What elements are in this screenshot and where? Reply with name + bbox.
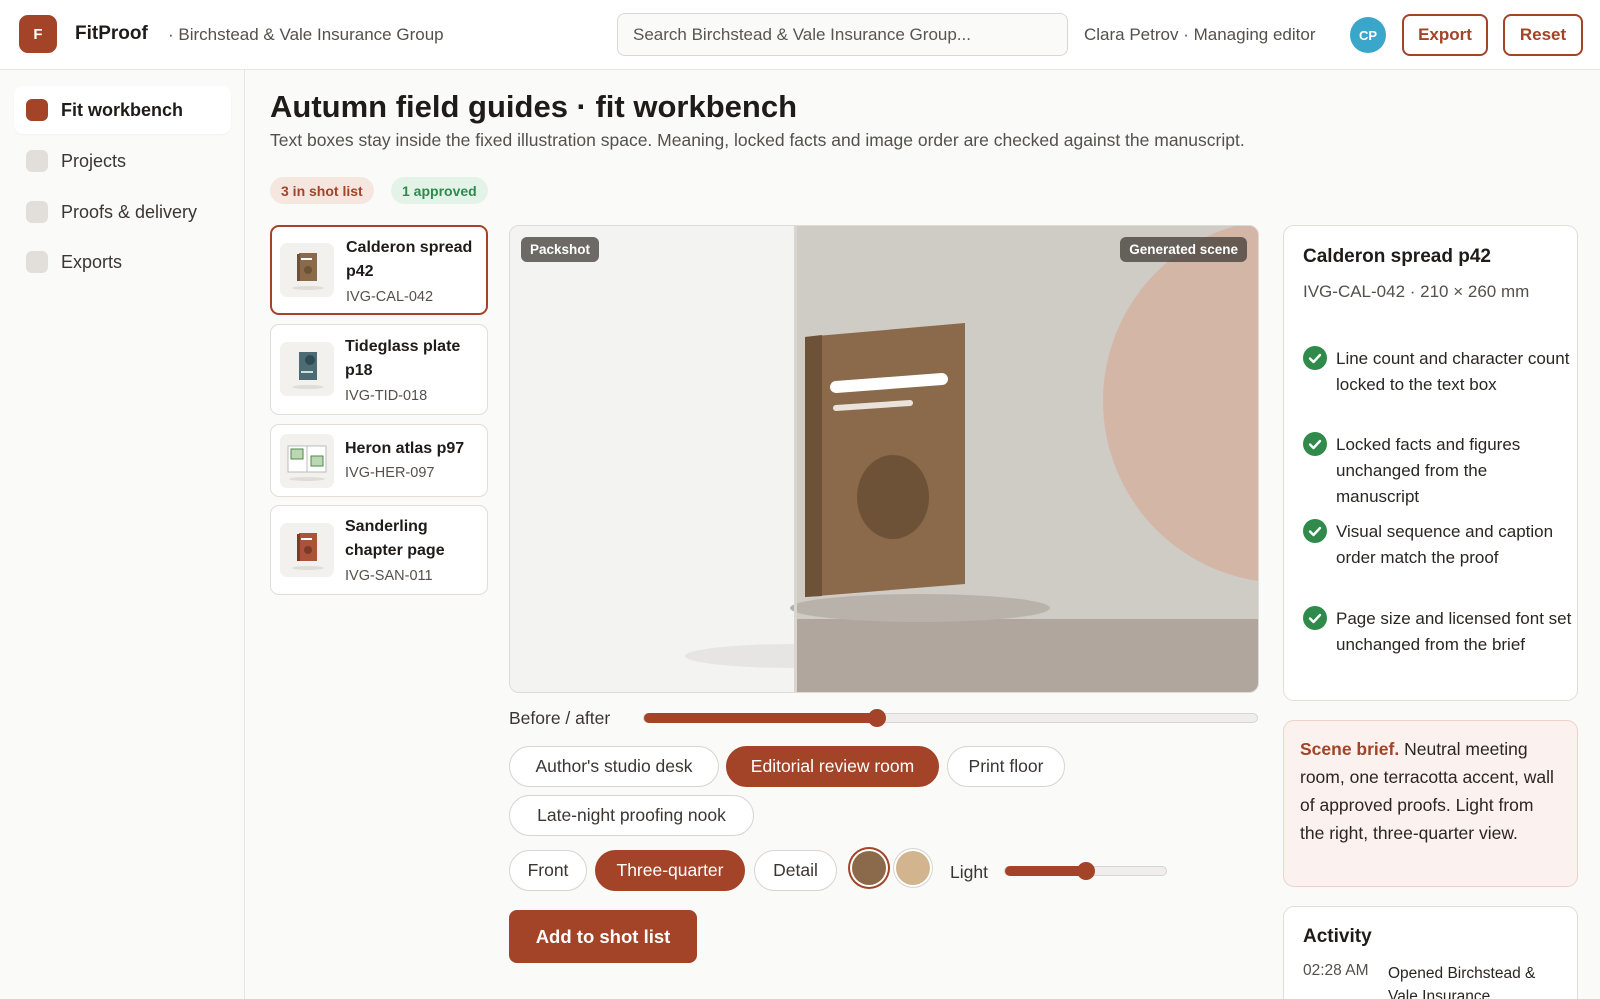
user-name: Clara Petrov · Managing editor [1084, 25, 1316, 44]
light-slider[interactable] [1004, 862, 1167, 880]
app-name: FitProof [75, 23, 148, 44]
check-icon [1303, 346, 1327, 370]
proofs-icon [26, 201, 48, 223]
organization-name: · Birchstead & Vale Insurance Group [168, 25, 444, 44]
asset-card-sanderling[interactable]: Sanderling chapter page IVG-SAN-011 [270, 505, 488, 595]
details-meta: IVG-CAL-042 · 210 × 260 mm [1303, 282, 1530, 301]
details-title: Calderon spread p42 [1303, 246, 1491, 267]
generated-scene-image [510, 226, 1258, 692]
sidebar-item-label: Exports [61, 251, 123, 272]
asset-name: Sanderling chapter page [345, 518, 445, 559]
top-bar: F FitProof · Birchstead & Vale Insurance… [0, 0, 1600, 70]
search-input[interactable] [617, 13, 1068, 56]
fit-workbench-icon [26, 99, 48, 121]
sidebar-item-projects[interactable]: Projects [14, 137, 231, 185]
sidebar-item-label: Proofs & delivery [61, 201, 198, 222]
brown-book-thumbnail [280, 243, 334, 297]
before-after-label: Before / after [509, 708, 611, 728]
slider-handle[interactable] [867, 709, 886, 727]
angle-chip-front[interactable]: Front [509, 850, 587, 891]
color-swatch-brown[interactable] [852, 851, 886, 885]
slider-fill [1005, 866, 1086, 876]
asset-code: IVG-CAL-042 [346, 289, 434, 305]
check-item: Line count and character count locked to… [1303, 346, 1572, 398]
projects-icon [26, 150, 48, 172]
activity-card: Activity 02:28 AM Opened Birchstead & Va… [1283, 906, 1578, 999]
sidebar-item-label: Fit workbench [61, 99, 184, 120]
check-text: Line count and character count locked to… [1336, 349, 1570, 394]
asset-code: IVG-SAN-011 [345, 568, 433, 584]
check-item: Locked facts and figures unchanged from … [1303, 432, 1572, 510]
sidebar: Fit workbench Projects Proofs & delivery… [0, 70, 245, 999]
check-icon [1303, 432, 1327, 456]
scene-chip-proofing-nook[interactable]: Late-night proofing nook [509, 795, 754, 836]
check-icon [1303, 606, 1327, 630]
atlas-spread-thumbnail [280, 434, 334, 488]
approved-badge[interactable]: 1 approved [391, 177, 488, 204]
check-item: Visual sequence and caption order match … [1303, 519, 1572, 571]
check-icon [1303, 519, 1327, 543]
color-swatch-tan[interactable] [896, 851, 930, 885]
slider-fill [644, 713, 877, 723]
generated-scene-tag: Generated scene [1120, 237, 1247, 262]
shot-list-badge[interactable]: 3 in shot list [270, 177, 374, 204]
asset-card-heron[interactable]: Heron atlas p97 IVG-HER-097 [270, 424, 488, 497]
check-item: Page size and licensed font set unchange… [1303, 606, 1572, 658]
packshot-tag: Packshot [521, 237, 600, 262]
check-text: Visual sequence and caption order match … [1336, 522, 1554, 567]
check-text: Locked facts and figures unchanged from … [1336, 435, 1521, 506]
sidebar-item-exports[interactable]: Exports [14, 238, 231, 286]
export-button[interactable]: Export [1402, 14, 1488, 56]
activity-time: 02:28 AM [1303, 962, 1369, 979]
page-subtitle: Text boxes stay inside the fixed illustr… [270, 130, 1245, 150]
before-after-preview[interactable]: Packshot Generated scene [509, 225, 1259, 693]
asset-details-card: Calderon spread p42 IVG-CAL-042 · 210 × … [1283, 225, 1578, 701]
check-text: Page size and licensed font set unchange… [1336, 609, 1572, 654]
scene-chip-studio-desk[interactable]: Author's studio desk [509, 746, 719, 787]
brief-lead: Scene brief. [1300, 739, 1400, 759]
teal-plate-thumbnail [280, 342, 334, 396]
asset-code: IVG-HER-097 [345, 465, 435, 481]
app-logo: F [19, 15, 57, 53]
asset-name: Tideglass plate p18 [345, 338, 461, 379]
sidebar-item-proofs-delivery[interactable]: Proofs & delivery [14, 188, 231, 236]
asset-card-tideglass[interactable]: Tideglass plate p18 IVG-TID-018 [270, 324, 488, 415]
sidebar-item-label: Projects [61, 150, 127, 171]
asset-code: IVG-TID-018 [345, 388, 428, 404]
terracotta-book-thumbnail [280, 523, 334, 577]
activity-text: Opened Birchstead & Vale Insurance [1388, 965, 1536, 999]
asset-name: Heron atlas p97 [345, 440, 465, 457]
page-title: Autumn field guides · fit workbench [270, 89, 797, 124]
angle-chip-three-quarter[interactable]: Three-quarter [595, 850, 745, 891]
angle-chip-detail[interactable]: Detail [754, 850, 837, 891]
activity-title: Activity [1303, 926, 1372, 947]
light-label: Light [950, 862, 988, 882]
scene-chip-print-floor[interactable]: Print floor [947, 746, 1065, 787]
add-to-shot-list-button[interactable]: Add to shot list [509, 910, 697, 963]
avatar[interactable]: CP [1350, 17, 1386, 53]
exports-icon [26, 251, 48, 273]
scene-brief: Scene brief. Neutral meeting room, one t… [1283, 720, 1578, 887]
before-after-slider[interactable] [643, 709, 1258, 727]
asset-name: Calderon spread p42 [346, 239, 473, 280]
sidebar-item-fit-workbench[interactable]: Fit workbench [14, 86, 231, 134]
scene-chip-editorial-review-room[interactable]: Editorial review room [726, 746, 939, 787]
slider-handle[interactable] [1076, 862, 1095, 880]
asset-card-calderon[interactable]: Calderon spread p42 IVG-CAL-042 [270, 225, 488, 315]
reset-button[interactable]: Reset [1503, 14, 1583, 56]
